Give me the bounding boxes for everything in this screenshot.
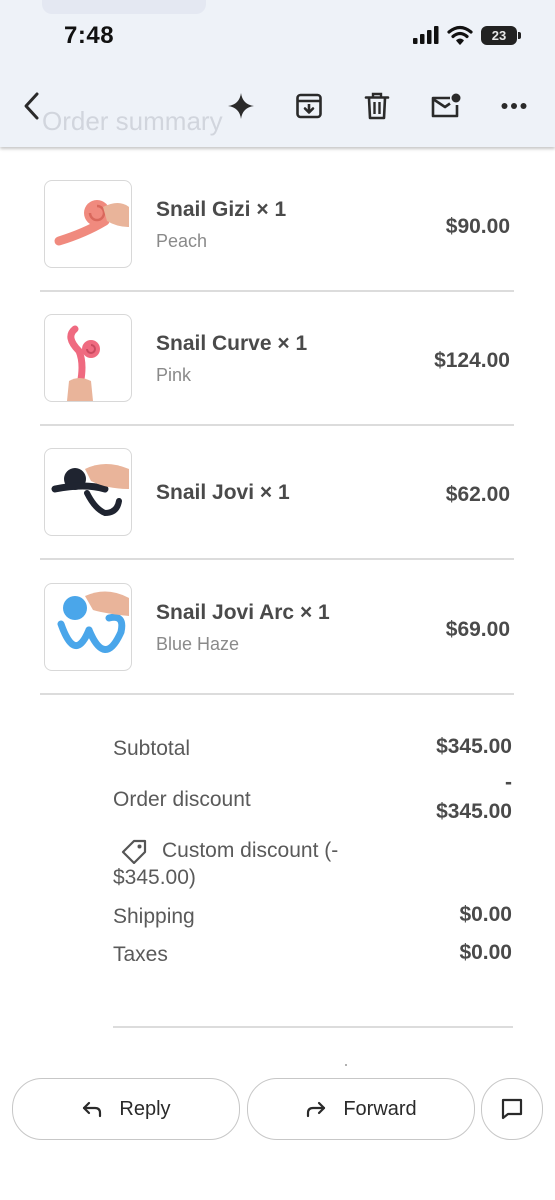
trash-icon: [364, 92, 390, 120]
snail-curve-image: [67, 325, 100, 401]
scroll-indicator-dot: [345, 1064, 347, 1066]
item-price: $90.00: [445, 215, 510, 238]
list-item: Snail Jovi Arc × 1 Blue Haze $69.00: [40, 561, 514, 695]
item-price: $62.00: [445, 483, 510, 506]
archive-button[interactable]: [287, 84, 331, 128]
item-variant: Pink: [156, 365, 192, 385]
ai-assist-button[interactable]: [219, 84, 263, 128]
snail-jovi-arc-image: [57, 591, 129, 653]
custom-discount-amount: $345.00): [113, 866, 196, 889]
list-item: Snail Jovi × 1 $62.00: [40, 426, 514, 560]
item-name: Snail Jovi Arc × 1: [156, 601, 330, 624]
delete-button[interactable]: [355, 84, 399, 128]
item-name: Snail Gizi × 1: [156, 198, 287, 221]
forward-icon: [307, 1101, 326, 1118]
chevron-left-icon: [24, 92, 39, 120]
order-discount-label: Order discount: [113, 788, 251, 811]
product-thumbnail: [44, 448, 132, 536]
more-horizontal-icon: [501, 103, 527, 109]
back-button[interactable]: [10, 84, 54, 128]
custom-discount-text: Custom discount (-: [162, 839, 339, 862]
chat-button[interactable]: [481, 1078, 543, 1140]
shipping-label: Shipping: [113, 905, 195, 928]
tag-icon: [121, 839, 147, 864]
divider: [40, 558, 514, 560]
forward-label: Forward: [343, 1097, 417, 1120]
mail-unread-icon: [431, 93, 461, 118]
item-price: $124.00: [434, 349, 510, 372]
taxes-value: $0.00: [459, 941, 512, 964]
battery-level: 23: [491, 27, 507, 43]
product-thumbnail: [44, 583, 132, 671]
subtotal-label: Subtotal: [113, 737, 191, 760]
snail-jovi-image: [51, 464, 129, 517]
item-variant: Blue Haze: [156, 634, 240, 654]
reply-button[interactable]: Reply: [12, 1078, 240, 1140]
cellular-signal-icon: [413, 26, 439, 44]
wifi-icon: [447, 25, 473, 45]
page-title: Order summary: [42, 106, 223, 136]
snail-gizi-image: [54, 200, 129, 246]
divider: [40, 693, 514, 695]
status-icons: 23: [413, 25, 521, 45]
taxes-label: Taxes: [113, 943, 168, 966]
more-options-button[interactable]: [492, 84, 536, 128]
order-discount-sign: -: [505, 771, 512, 794]
battery-indicator: 23: [481, 25, 521, 45]
archive-icon: [296, 93, 322, 119]
item-name: Snail Jovi × 1: [156, 481, 290, 504]
list-item: Snail Gizi × 1 Peach $90.00: [40, 158, 514, 292]
forward-button[interactable]: Forward: [247, 1078, 475, 1140]
summary-divider: [113, 1026, 513, 1028]
item-name: Snail Curve × 1: [156, 332, 308, 355]
list-item: Snail Curve × 1 Pink $124.00: [40, 292, 514, 426]
item-variant: Peach: [156, 231, 208, 251]
mark-unread-button[interactable]: [424, 84, 468, 128]
app-header: 7:48 23 Order summary: [0, 0, 555, 147]
shipping-value: $0.00: [459, 903, 512, 926]
order-discount-value: $345.00: [436, 800, 512, 823]
product-thumbnail: [44, 180, 132, 268]
reply-icon: [83, 1101, 102, 1118]
product-thumbnail: [44, 314, 132, 402]
chat-icon: [501, 1098, 523, 1120]
status-notch-tab: [42, 0, 206, 14]
reply-label: Reply: [119, 1097, 171, 1120]
status-time: 7:48: [64, 22, 115, 49]
subtotal-value: $345.00: [436, 735, 512, 758]
sparkle-icon: [228, 93, 254, 119]
item-price: $69.00: [445, 618, 510, 641]
